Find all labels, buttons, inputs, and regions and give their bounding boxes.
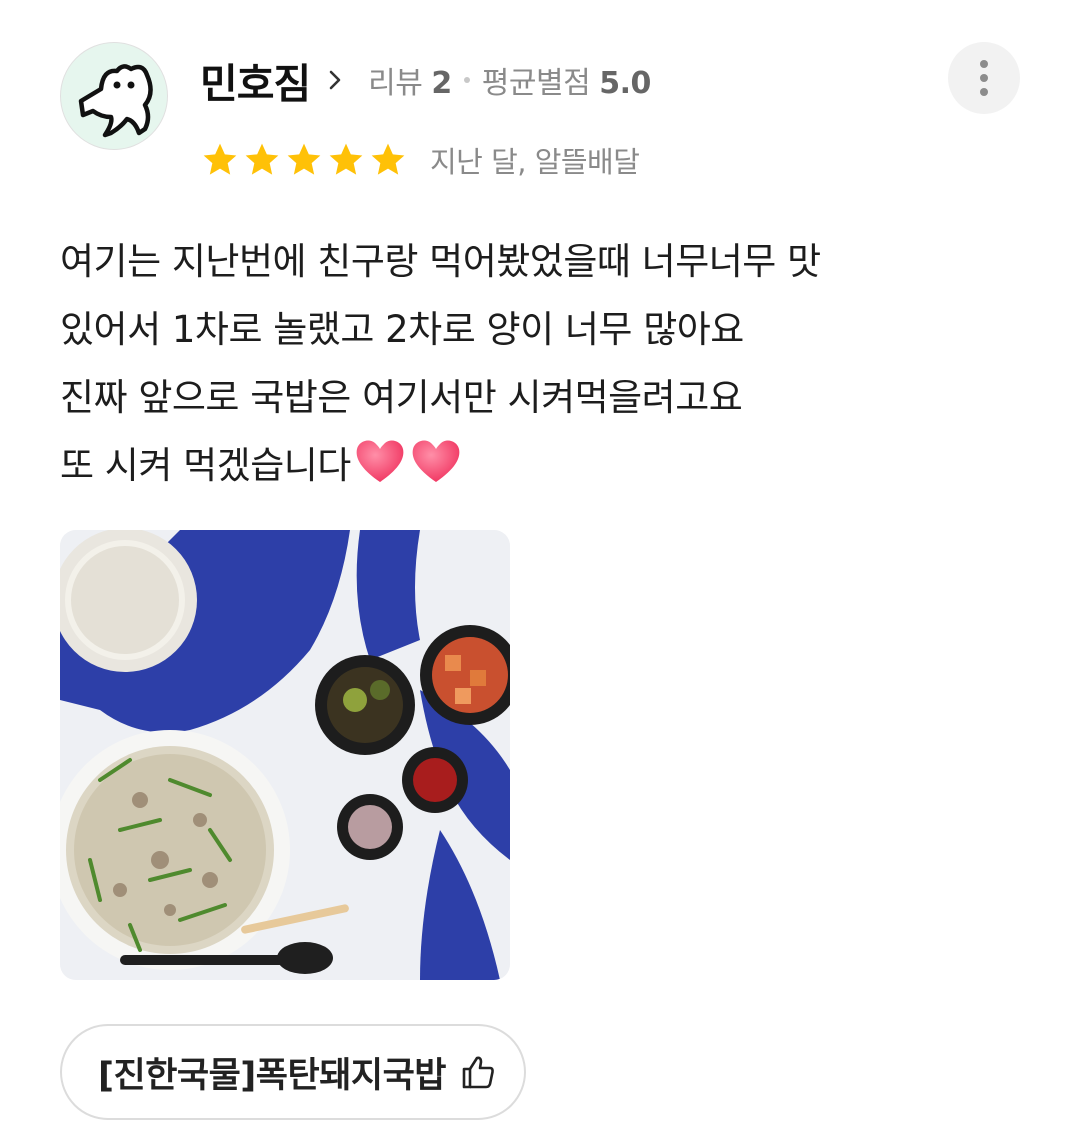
review-count-label: 리뷰 xyxy=(368,66,423,101)
star-icon xyxy=(287,143,321,175)
review-text-line: 여기는 지난번에 친구랑 먹어봤었을때 너무너무 맛 xyxy=(60,240,821,283)
review-text-line-last: 또 시켜 먹겠습니다 xyxy=(60,432,1020,500)
thumbs-up-icon xyxy=(462,1056,494,1089)
review-text-line: 있어서 1차로 놀랬고 2차로 양이 너무 많아요 xyxy=(60,308,744,351)
author-avatar[interactable] xyxy=(60,42,168,150)
author-review-count: 리뷰 2 xyxy=(368,58,452,102)
avg-rating-label: 평균별점 xyxy=(481,66,591,101)
doodle-avatar-icon xyxy=(78,64,153,138)
review-text: 여기는 지난번에 친구랑 먹어봤었을때 너무너무 맛 있어서 1차로 놀랬고 2… xyxy=(60,228,1020,500)
author-info-row: 민호짐 리뷰 2 평균별점 5.0 xyxy=(200,52,651,108)
menu-item-label: [진한국물]폭탄돼지국밥 xyxy=(98,1055,447,1096)
star-icon xyxy=(245,143,279,175)
star-icon xyxy=(371,143,405,175)
review-text-line: 또 시켜 먹겠습니다 xyxy=(60,444,351,487)
author-nickname[interactable]: 민호짐 xyxy=(200,50,311,110)
ordered-menu-chip[interactable]: [진한국물]폭탄돼지국밥 xyxy=(60,1024,526,1120)
star-icon xyxy=(203,143,237,175)
food-photo-image xyxy=(60,530,510,980)
star-rating xyxy=(200,140,408,180)
review-text-line: 진짜 앞으로 국밥은 여기서만 시켜먹을려고요 xyxy=(60,376,743,419)
review-date-and-delivery: 지난 달, 알뜰배달 xyxy=(430,145,640,179)
heart-emoji-icon xyxy=(412,440,460,482)
chevron-right-icon[interactable] xyxy=(324,69,346,91)
author-avg-rating: 평균별점 5.0 xyxy=(481,58,652,102)
review-count-value: 2 xyxy=(431,66,452,101)
separator-dot xyxy=(463,77,470,83)
rating-row: 지난 달, 알뜰배달 xyxy=(200,138,640,182)
heart-emoji-icon xyxy=(356,440,404,482)
review-photo[interactable] xyxy=(60,530,510,980)
star-icon xyxy=(329,143,363,175)
more-vertical-icon xyxy=(980,60,988,68)
avg-rating-value: 5.0 xyxy=(599,66,651,101)
more-options-button[interactable] xyxy=(948,42,1020,114)
